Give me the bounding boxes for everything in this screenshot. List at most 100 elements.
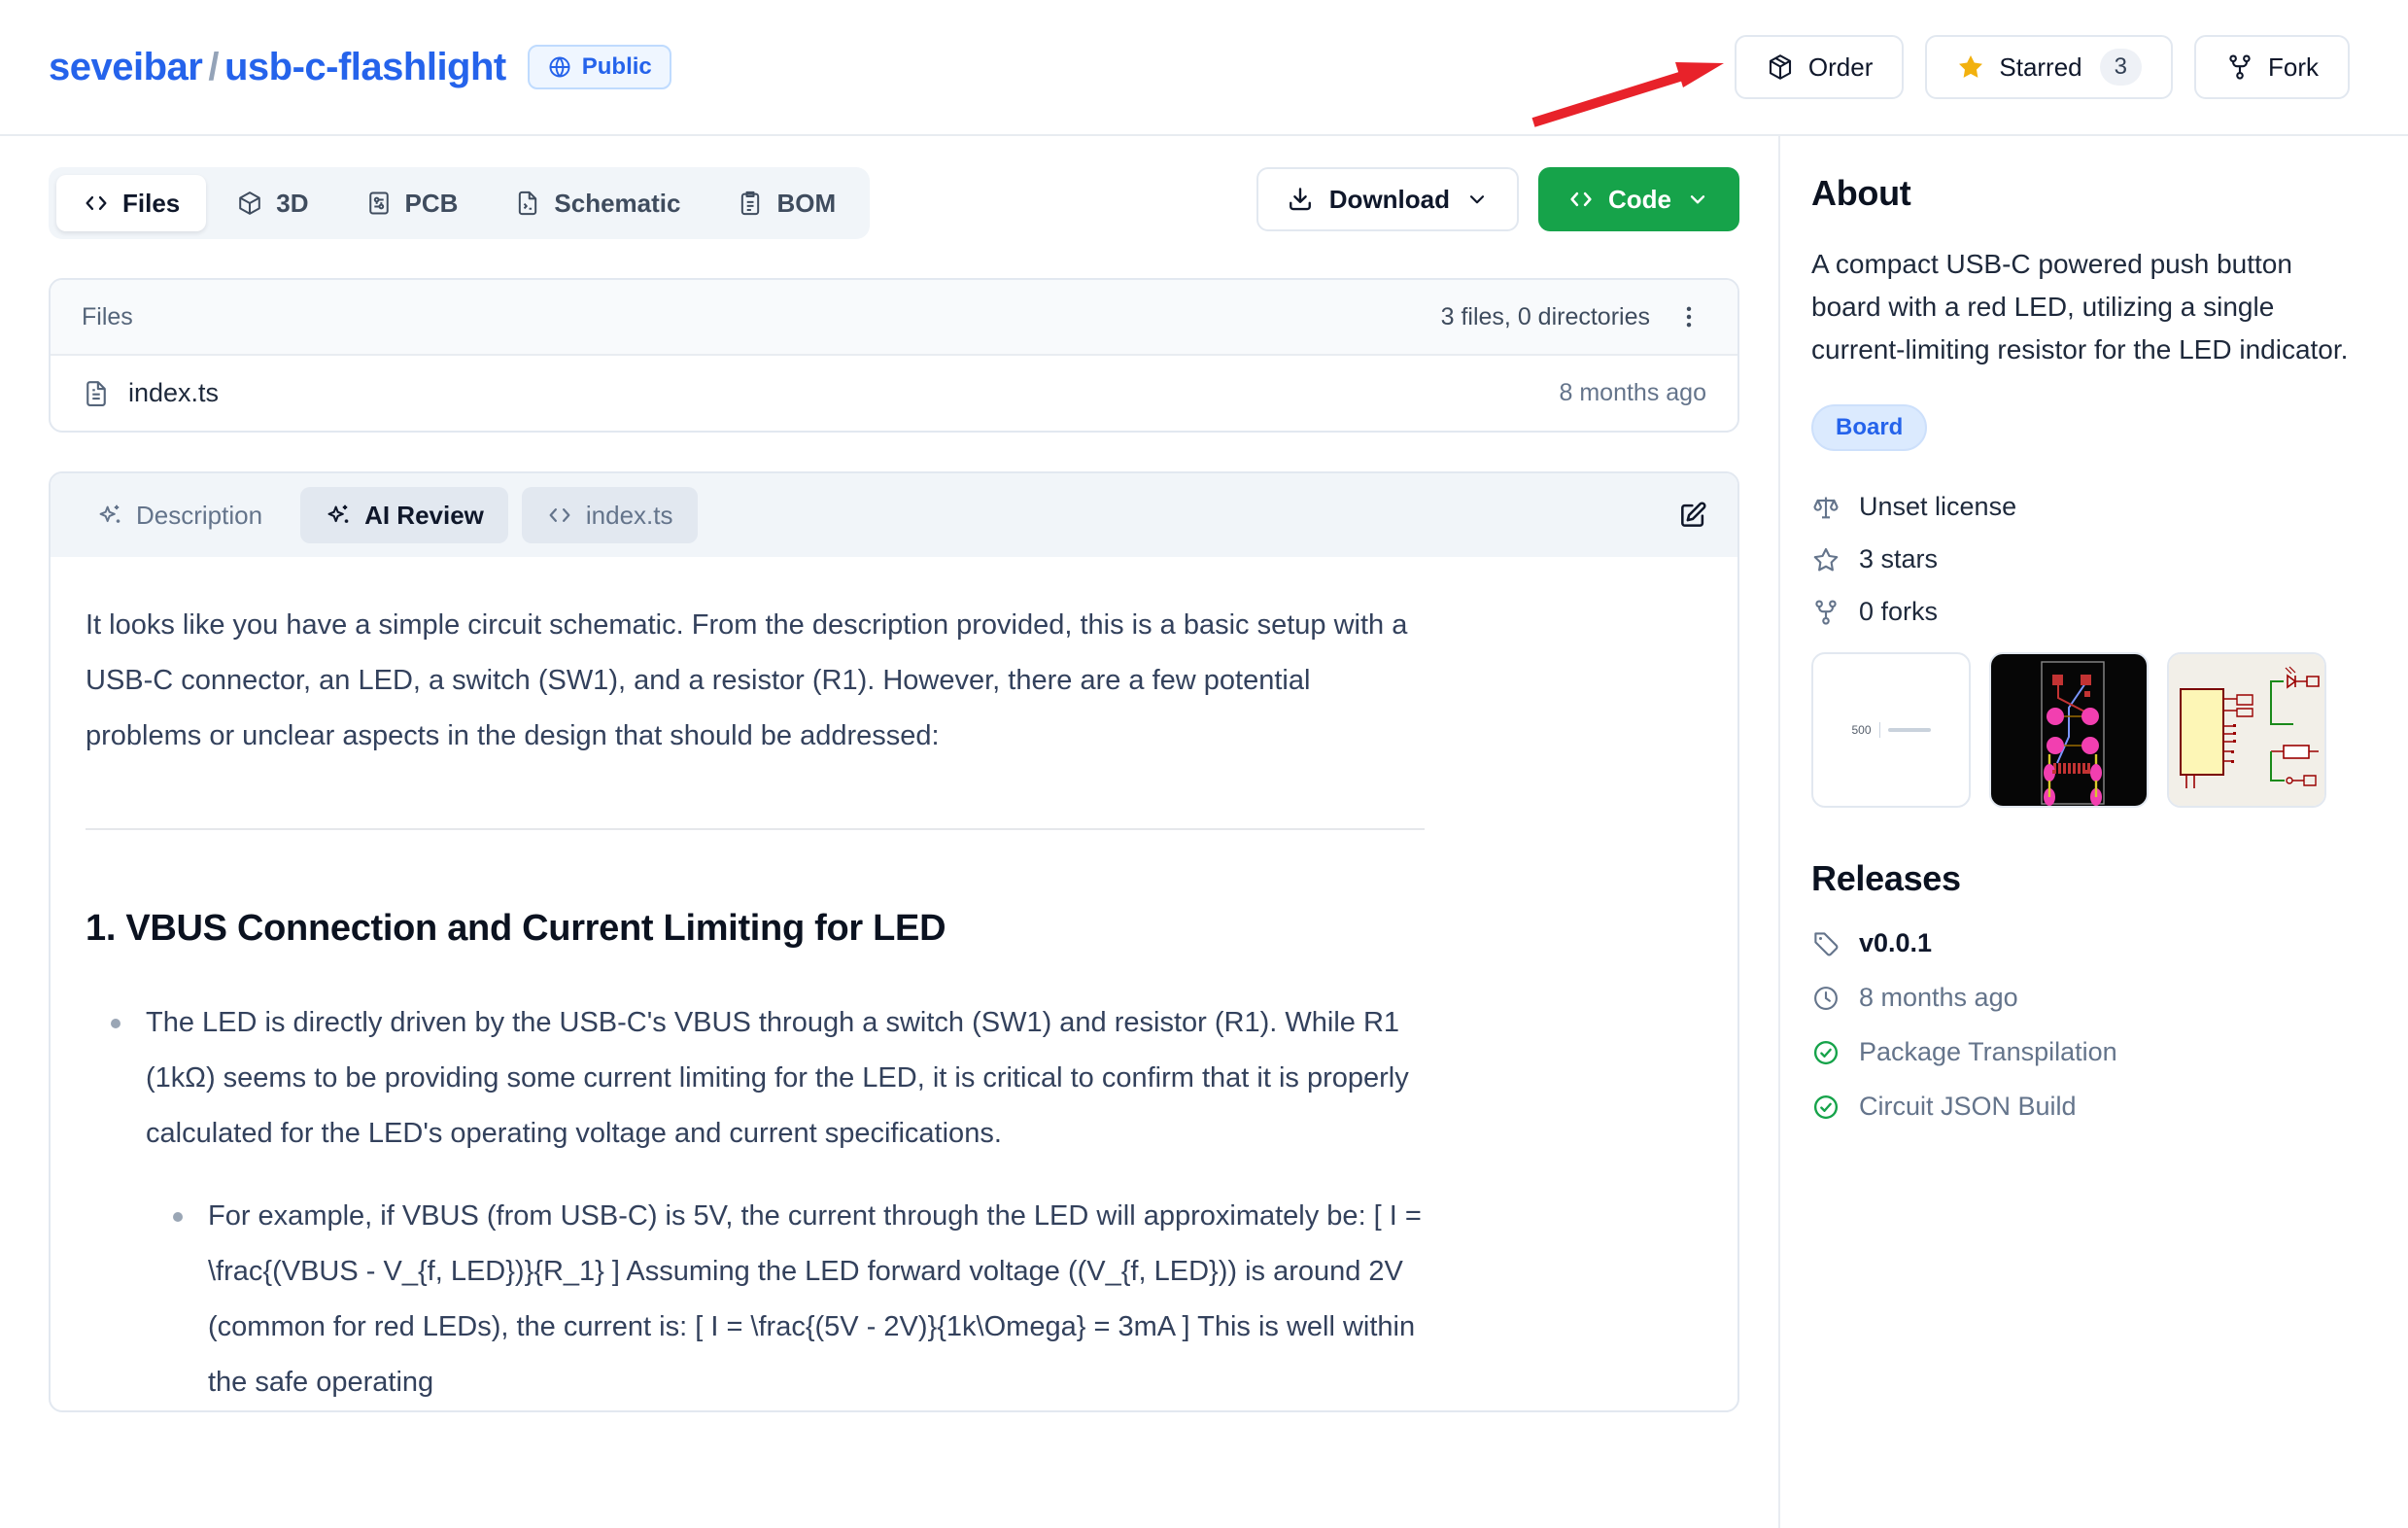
review-list: The LED is directly driven by the USB-C'… (86, 995, 1425, 1410)
main-column: Files 3D PCB Schematic BOM (0, 136, 1778, 1528)
license-label: Unset license (1859, 492, 2016, 522)
breadcrumb-separator: / (202, 46, 224, 88)
order-button[interactable]: Order (1735, 35, 1904, 99)
file-icon (82, 379, 111, 408)
pcb-icon (365, 190, 393, 217)
visibility-label: Public (582, 53, 652, 81)
starred-label: Starred (1999, 52, 2081, 83)
schematic-file-icon (514, 190, 541, 217)
tab-ai-review[interactable]: AI Review (300, 487, 508, 543)
repo-title: seveibar/usb-c-flashlight Public (49, 45, 671, 89)
fork-button[interactable]: Fork (2194, 35, 2350, 99)
page-body: Files 3D PCB Schematic BOM (0, 136, 2408, 1528)
tab-index-ts[interactable]: index.ts (522, 487, 698, 543)
tab-bom[interactable]: BOM (710, 175, 862, 231)
forks-label: 0 forks (1859, 597, 1938, 627)
list-item: The LED is directly driven by the USB-C'… (146, 995, 1425, 1410)
releases-title: Releases (1811, 858, 2352, 899)
pcb-preview-image (1991, 654, 2149, 808)
repo-name-link[interactable]: usb-c-flashlight (224, 46, 506, 88)
header-actions: Order Starred 3 Fork (1735, 35, 2350, 99)
readme-tabs: Description AI Review index.ts (51, 473, 1737, 557)
topic-tag-board[interactable]: Board (1811, 404, 1927, 451)
readme-panel: Description AI Review index.ts It looks … (49, 471, 1739, 1412)
tab-bom-label: BOM (776, 189, 836, 219)
kebab-menu-icon[interactable] (1671, 299, 1706, 334)
chevron-down-icon (1464, 187, 1490, 212)
pcb-preview-thumbnail[interactable] (1989, 652, 2149, 808)
repo-header: seveibar/usb-c-flashlight Public Order S… (0, 0, 2408, 136)
visibility-badge: Public (528, 45, 671, 89)
star-outline-icon (1811, 545, 1840, 574)
repo-breadcrumb: seveibar/usb-c-flashlight (49, 46, 506, 89)
build-status-row: Circuit JSON Build (1811, 1092, 2352, 1122)
about-text: A compact USB-C powered push button boar… (1811, 243, 2352, 371)
download-label: Download (1329, 185, 1450, 215)
download-button[interactable]: Download (1256, 167, 1519, 231)
files-summary: 3 files, 0 directories (1441, 303, 1650, 331)
tab-description[interactable]: Description (72, 487, 287, 543)
chevron-down-icon (1685, 187, 1710, 212)
check-circle-icon (1811, 1038, 1840, 1067)
ai-review-intro: It looks like you have a simple circuit … (86, 598, 1425, 764)
license-row: Unset license (1811, 492, 2352, 522)
list-item-text: The LED is directly driven by the USB-C'… (146, 1007, 1409, 1149)
tab-pcb[interactable]: PCB (339, 175, 485, 231)
render-error-thumbnail[interactable]: 500 (1811, 652, 1971, 808)
about-title: About (1811, 173, 2352, 214)
tab-files[interactable]: Files (56, 175, 206, 231)
fork-label: Fork (2268, 52, 2319, 83)
stars-row: 3 stars (1811, 544, 2352, 574)
tab-3d-label: 3D (276, 189, 308, 219)
star-count-badge: 3 (2100, 49, 2142, 86)
sparkles-icon (96, 502, 123, 529)
cube-icon (236, 190, 263, 217)
tab-files-label: Files (122, 189, 180, 219)
tab-3d[interactable]: 3D (210, 175, 334, 231)
view-tabs: Files 3D PCB Schematic BOM (49, 167, 870, 239)
file-name[interactable]: index.ts (128, 378, 219, 408)
code-label: Code (1608, 185, 1671, 215)
tab-schematic-label: Schematic (554, 189, 680, 219)
sparkles-icon (325, 502, 352, 529)
file-updated: 8 months ago (1560, 379, 1707, 407)
order-package-icon (1766, 52, 1795, 82)
preview-thumbnails: 500 (1811, 652, 2352, 808)
build-status-label: Circuit JSON Build (1859, 1092, 2077, 1122)
fork-icon (1811, 598, 1840, 627)
order-label: Order (1808, 52, 1873, 83)
fork-icon (2225, 52, 2254, 82)
list-item: For example, if VBUS (from USB-C) is 5V,… (208, 1189, 1425, 1410)
clock-icon (1811, 984, 1840, 1013)
edit-icon[interactable] (1669, 492, 1716, 538)
list-item-text: For example, if VBUS (from USB-C) is 5V,… (208, 1200, 1422, 1398)
schematic-preview-image (2169, 654, 2326, 808)
release-version[interactable]: v0.0.1 (1859, 928, 1932, 958)
section-heading: 1. VBUS Connection and Current Limiting … (86, 906, 1425, 951)
build-status-label: Package Transpilation (1859, 1037, 2117, 1067)
download-icon (1286, 185, 1315, 214)
release-age: 8 months ago (1859, 983, 2018, 1013)
tab-index-ts-label: index.ts (586, 501, 673, 531)
release-age-row: 8 months ago (1811, 983, 2352, 1013)
tab-schematic[interactable]: Schematic (488, 175, 706, 231)
tab-ai-review-label: AI Review (364, 501, 484, 531)
code-icon (83, 190, 110, 217)
clipboard-icon (737, 190, 764, 217)
starred-button[interactable]: Starred 3 (1925, 35, 2173, 99)
code-button[interactable]: Code (1538, 167, 1739, 231)
schematic-preview-thumbnail[interactable] (2167, 652, 2326, 808)
toolbar-actions: Download Code (1256, 167, 1739, 231)
build-status-row: Package Transpilation (1811, 1037, 2352, 1067)
release-version-row[interactable]: v0.0.1 (1811, 928, 2352, 958)
repo-owner-link[interactable]: seveibar (49, 46, 202, 88)
globe-icon (547, 54, 572, 80)
stars-label: 3 stars (1859, 544, 1938, 574)
files-panel-header: Files 3 files, 0 directories (51, 280, 1737, 356)
forks-row: 0 forks (1811, 597, 2352, 627)
code-icon (1567, 186, 1595, 213)
tag-icon (1811, 929, 1840, 958)
check-circle-icon (1811, 1093, 1840, 1122)
file-row[interactable]: index.ts 8 months ago (51, 356, 1737, 431)
files-panel-title: Files (82, 303, 133, 331)
